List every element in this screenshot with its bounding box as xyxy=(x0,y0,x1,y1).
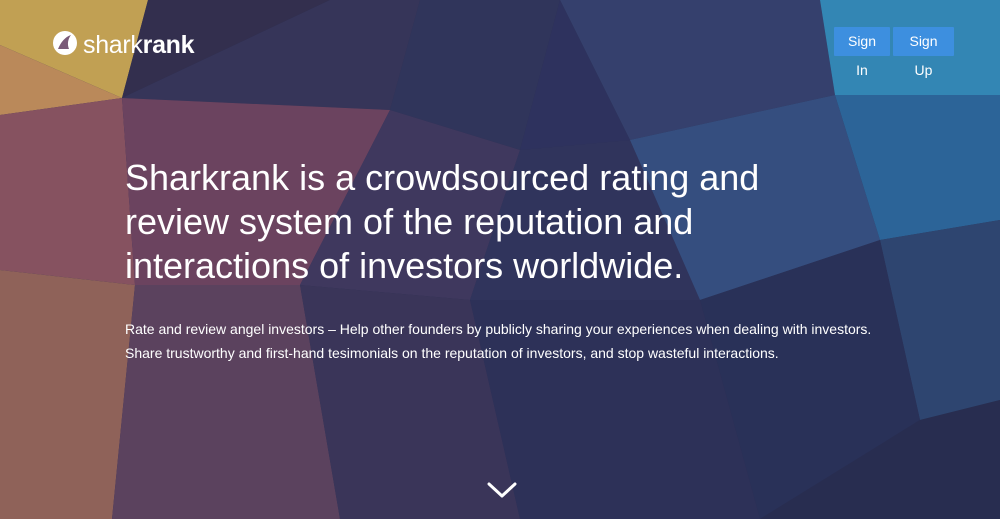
hero-headline: Sharkrank is a crowdsourced rating and r… xyxy=(125,157,760,286)
sign-in-button[interactable]: Sign In xyxy=(834,27,890,78)
site-header: sharkrank Sign In Sign Up xyxy=(0,0,1000,80)
logo[interactable]: sharkrank xyxy=(52,28,195,62)
sign-up-button[interactable]: Sign Up xyxy=(893,27,954,78)
hero-lead: Rate and review angel investors – Help o… xyxy=(125,321,872,361)
logo-text-light: shark xyxy=(83,31,143,59)
logo-text-bold: rank xyxy=(142,31,195,59)
chevron-down-icon[interactable] xyxy=(486,478,518,502)
shark-fin-icon xyxy=(52,30,83,61)
